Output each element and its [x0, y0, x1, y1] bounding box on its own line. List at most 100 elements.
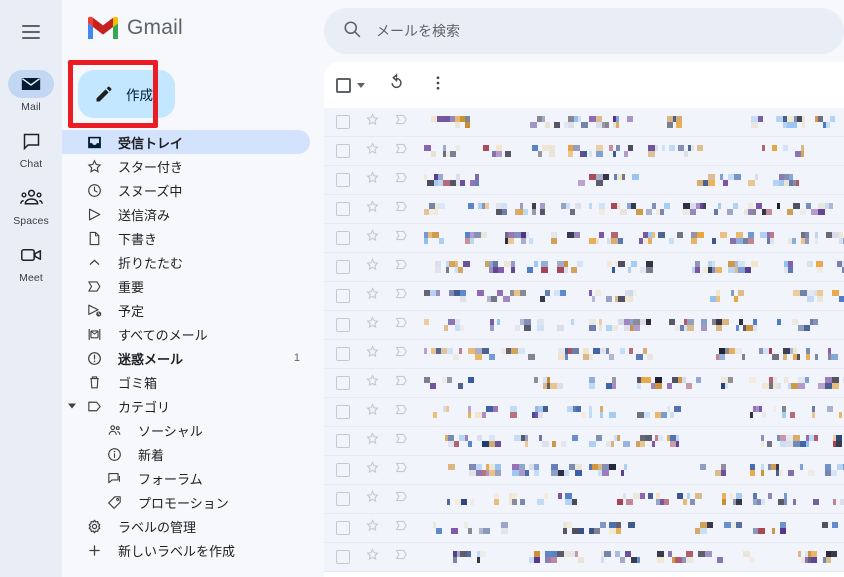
- star-icon[interactable]: [365, 489, 381, 509]
- sidebar-item-1[interactable]: スター付き: [62, 154, 310, 178]
- row-checkbox[interactable]: [336, 463, 350, 477]
- table-row[interactable]: [324, 311, 844, 340]
- star-icon[interactable]: [365, 373, 381, 393]
- important-icon[interactable]: [394, 402, 410, 422]
- table-row[interactable]: [324, 514, 844, 543]
- rail-item-spaces[interactable]: Spaces: [3, 184, 59, 227]
- star-icon[interactable]: [365, 402, 381, 422]
- search-bar[interactable]: メールを検索: [324, 8, 844, 54]
- table-row[interactable]: [324, 108, 844, 137]
- star-icon[interactable]: [365, 112, 381, 132]
- scheduled-icon: [84, 300, 104, 320]
- important-icon[interactable]: [394, 373, 410, 393]
- row-checkbox[interactable]: [336, 347, 350, 361]
- table-row[interactable]: [324, 224, 844, 253]
- sidebar-item-15[interactable]: プロモーション: [62, 490, 310, 514]
- star-icon[interactable]: [365, 170, 381, 190]
- sidebar-item-4[interactable]: 下書き: [62, 226, 310, 250]
- rail-item-mail[interactable]: Mail: [3, 70, 59, 113]
- row-checkbox[interactable]: [336, 144, 350, 158]
- sidebar-item-17[interactable]: 新しいラベルを作成: [62, 538, 310, 562]
- search-input[interactable]: メールを検索: [376, 21, 460, 41]
- row-checkbox[interactable]: [336, 289, 350, 303]
- table-row[interactable]: [324, 137, 844, 166]
- table-row[interactable]: [324, 253, 844, 282]
- sidebar-item-2[interactable]: スヌーズ中: [62, 178, 310, 202]
- refresh-button[interactable]: [379, 68, 413, 102]
- row-checkbox[interactable]: [336, 231, 350, 245]
- row-checkbox[interactable]: [336, 318, 350, 332]
- row-checkbox[interactable]: [336, 492, 350, 506]
- important-icon[interactable]: [394, 228, 410, 248]
- row-checkbox[interactable]: [336, 434, 350, 448]
- table-row[interactable]: [324, 427, 844, 456]
- star-icon[interactable]: [365, 518, 381, 538]
- row-checkbox[interactable]: [336, 260, 350, 274]
- row-checkbox[interactable]: [336, 376, 350, 390]
- chevron-down-icon[interactable]: [68, 404, 76, 409]
- row-checkbox[interactable]: [336, 550, 350, 564]
- hamburger-icon[interactable]: [11, 12, 51, 52]
- sidebar-item-6[interactable]: 重要: [62, 274, 310, 298]
- sidebar-item-13[interactable]: 新着: [62, 442, 310, 466]
- row-checkbox[interactable]: [336, 521, 350, 535]
- table-row[interactable]: [324, 282, 844, 311]
- star-icon[interactable]: [365, 344, 381, 364]
- table-row[interactable]: [324, 340, 844, 369]
- star-icon[interactable]: [365, 257, 381, 277]
- star-icon[interactable]: [365, 286, 381, 306]
- sidebar-item-11[interactable]: カテゴリ: [62, 394, 310, 418]
- important-icon[interactable]: [394, 257, 410, 277]
- row-checkbox[interactable]: [336, 173, 350, 187]
- main-pane: メールを検索: [320, 0, 844, 577]
- important-icon[interactable]: [394, 344, 410, 364]
- important-icon[interactable]: [394, 112, 410, 132]
- table-row[interactable]: [324, 485, 844, 514]
- important-icon[interactable]: [394, 286, 410, 306]
- sidebar-item-3[interactable]: 送信済み: [62, 202, 310, 226]
- important-icon[interactable]: [394, 431, 410, 451]
- sidebar-item-5[interactable]: 折りたたむ: [62, 250, 310, 274]
- sidebar-item-9[interactable]: 迷惑メール 1: [62, 346, 310, 370]
- star-icon[interactable]: [365, 141, 381, 161]
- more-options-button[interactable]: [421, 68, 455, 102]
- table-row[interactable]: [324, 369, 844, 398]
- important-icon[interactable]: [394, 518, 410, 538]
- important-icon[interactable]: [394, 460, 410, 480]
- select-all-checkbox[interactable]: [336, 78, 365, 93]
- table-row[interactable]: [324, 543, 844, 572]
- table-row[interactable]: [324, 195, 844, 224]
- row-checkbox[interactable]: [336, 202, 350, 216]
- search-row: メールを検索: [320, 0, 844, 62]
- sidebar-item-10[interactable]: ゴミ箱: [62, 370, 310, 394]
- important-icon[interactable]: [394, 489, 410, 509]
- rail-item-chat[interactable]: Chat: [3, 127, 59, 170]
- compose-button[interactable]: 作成: [78, 70, 175, 118]
- sidebar-item-14[interactable]: フォーラム: [62, 466, 310, 490]
- sidebar-item-0[interactable]: 受信トレイ: [62, 130, 310, 154]
- rail-item-label: Chat: [20, 158, 43, 170]
- important-icon[interactable]: [394, 547, 410, 567]
- sidebar-item-7[interactable]: 予定: [62, 298, 310, 322]
- star-icon[interactable]: [365, 228, 381, 248]
- star-icon[interactable]: [365, 547, 381, 567]
- important-icon[interactable]: [394, 315, 410, 335]
- star-icon[interactable]: [365, 199, 381, 219]
- star-icon[interactable]: [365, 431, 381, 451]
- important-icon[interactable]: [394, 199, 410, 219]
- sidebar-item-8[interactable]: すべてのメール: [62, 322, 310, 346]
- row-sender-redacted: [424, 369, 589, 397]
- rail-item-meet[interactable]: Meet: [3, 241, 59, 284]
- sidebar-item-16[interactable]: ラベルの管理: [62, 514, 310, 538]
- table-row[interactable]: [324, 166, 844, 195]
- chevron-down-icon[interactable]: [357, 83, 365, 88]
- important-icon[interactable]: [394, 170, 410, 190]
- sidebar-item-12[interactable]: ソーシャル: [62, 418, 310, 442]
- table-row[interactable]: [324, 398, 844, 427]
- row-checkbox[interactable]: [336, 405, 350, 419]
- important-icon[interactable]: [394, 141, 410, 161]
- row-checkbox[interactable]: [336, 115, 350, 129]
- table-row[interactable]: [324, 456, 844, 485]
- star-icon[interactable]: [365, 315, 381, 335]
- star-icon[interactable]: [365, 460, 381, 480]
